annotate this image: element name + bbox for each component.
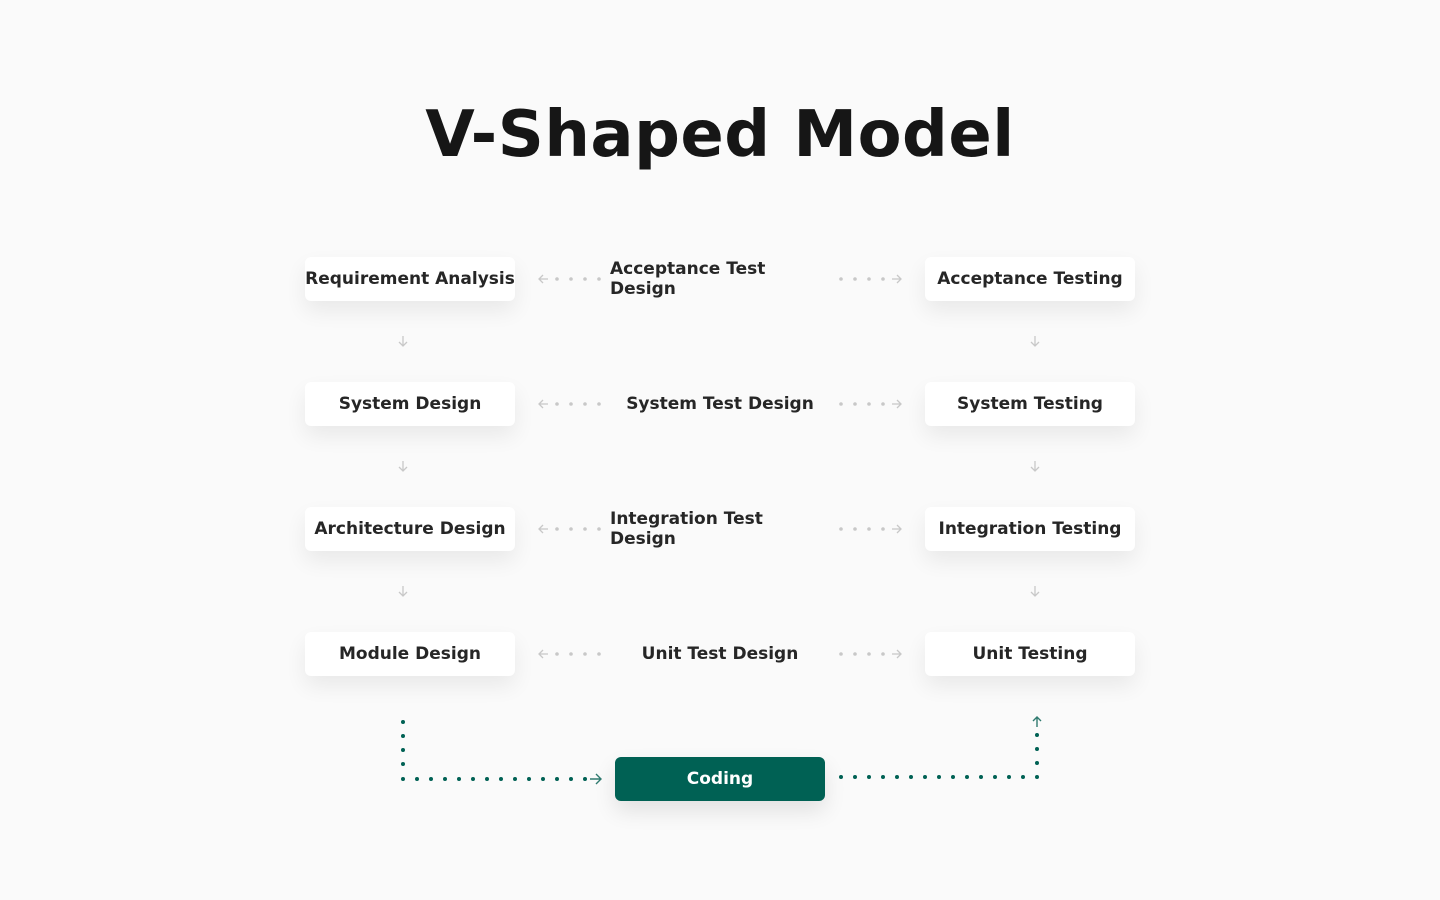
dot bbox=[569, 777, 573, 781]
dot bbox=[555, 777, 559, 781]
dot bbox=[401, 734, 405, 738]
dot bbox=[583, 777, 587, 781]
dot bbox=[867, 775, 871, 779]
dot bbox=[853, 775, 857, 779]
dot bbox=[923, 775, 927, 779]
dot bbox=[1035, 733, 1039, 737]
dot bbox=[937, 775, 941, 779]
dot bbox=[401, 720, 405, 724]
dot bbox=[909, 775, 913, 779]
dot bbox=[895, 775, 899, 779]
dot bbox=[401, 777, 405, 781]
arrow-right-icon bbox=[590, 773, 602, 785]
dot bbox=[881, 775, 885, 779]
dot bbox=[965, 775, 969, 779]
dot bbox=[1021, 775, 1025, 779]
dot bbox=[401, 762, 405, 766]
dot bbox=[429, 777, 433, 781]
module-to-coding-path bbox=[401, 720, 587, 781]
dot bbox=[951, 775, 955, 779]
dot bbox=[513, 777, 517, 781]
dot bbox=[1007, 775, 1011, 779]
dot bbox=[415, 777, 419, 781]
coding-connectors bbox=[401, 716, 1042, 785]
dot bbox=[401, 748, 405, 752]
dot bbox=[527, 777, 531, 781]
dot bbox=[541, 777, 545, 781]
dot bbox=[471, 777, 475, 781]
dot bbox=[979, 775, 983, 779]
dot bbox=[443, 777, 447, 781]
coding-to-unit-testing-path bbox=[839, 733, 1039, 779]
dot bbox=[1035, 747, 1039, 751]
dot bbox=[457, 777, 461, 781]
arrow-up-icon bbox=[1032, 716, 1042, 727]
dot bbox=[1035, 775, 1039, 779]
dot bbox=[1035, 761, 1039, 765]
dot bbox=[499, 777, 503, 781]
dot bbox=[485, 777, 489, 781]
dot bbox=[993, 775, 997, 779]
dot bbox=[839, 775, 843, 779]
